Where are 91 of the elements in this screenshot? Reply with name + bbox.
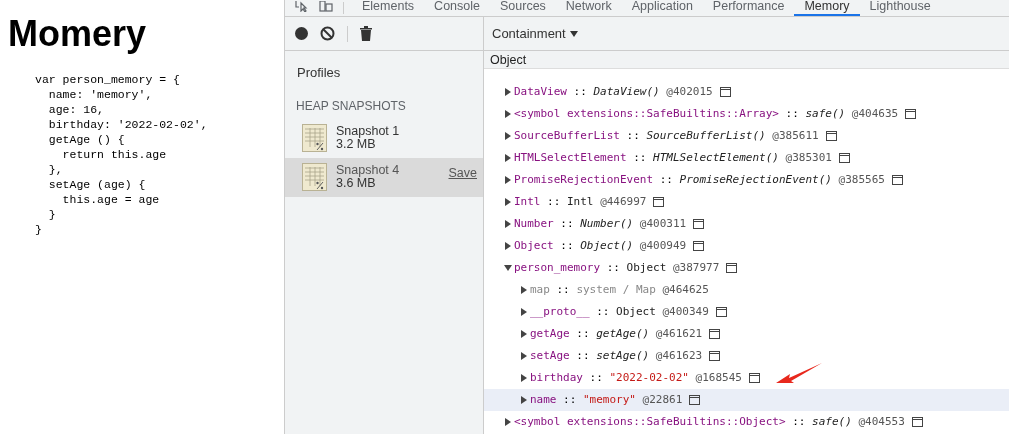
disclosure-triangle-icon[interactable] [520, 286, 528, 294]
tree-node-text: __proto__ :: Object @400349 [530, 303, 709, 320]
reveal-icon[interactable] [653, 197, 665, 207]
disclosure-triangle-icon[interactable] [504, 418, 512, 426]
tree-row[interactable]: <symbol extensions::SafeBuiltins::Object> :: safe() @404553 [484, 411, 1009, 433]
snapshot-name: Snapshot 4 [336, 164, 400, 177]
record-button[interactable] [295, 27, 308, 40]
reveal-icon[interactable] [726, 263, 738, 273]
tree-node-text: Intl :: Intl @446997 [514, 193, 647, 210]
tree-node-text: getAge :: getAge() @461621 [530, 325, 703, 342]
panel-tab[interactable]: Console [424, 0, 490, 16]
disclosure-triangle-icon[interactable] [520, 330, 528, 338]
spreadsheet-icon [302, 163, 327, 191]
reveal-icon[interactable] [891, 175, 903, 185]
reveal-icon[interactable] [689, 395, 701, 405]
reveal-icon[interactable] [748, 373, 760, 383]
reveal-icon[interactable] [693, 241, 705, 251]
page-heading: Momery [8, 12, 147, 56]
tree-row[interactable]: getAge :: getAge() @461621 [484, 323, 1009, 345]
reveal-icon[interactable] [709, 351, 721, 361]
disclosure-triangle-icon[interactable] [504, 132, 512, 140]
disclosure-triangle-icon[interactable] [504, 154, 512, 162]
disclosure-triangle-icon[interactable] [520, 374, 528, 382]
panel-tab[interactable]: Sources [490, 0, 556, 16]
tree-row[interactable]: SourceBufferList :: SourceBufferList() @385611 [484, 125, 1009, 147]
panel-tab[interactable]: Application [621, 0, 703, 16]
tree-row[interactable]: birthday :: "2022-02-02" @168545 [484, 367, 1009, 389]
tree-row[interactable]: HTMLSelectElement :: HTMLSelectElement() @385301 [484, 147, 1009, 169]
tree-row[interactable]: person_memory :: Object @387977 [484, 257, 1009, 279]
panel-tab[interactable]: Network [555, 0, 622, 16]
reveal-icon[interactable] [715, 307, 727, 317]
reveal-icon[interactable] [911, 417, 923, 427]
disclosure-triangle-icon[interactable] [504, 242, 512, 250]
tree-row[interactable]: __proto__ :: Object @400349 [484, 301, 1009, 323]
tree-row[interactable]: DataView :: DataView() @402015 [484, 81, 1009, 103]
inspect-icon[interactable] [295, 1, 309, 12]
tree-node-text: name :: "memory" @22861 [530, 391, 683, 408]
tree-node-text: setAge :: setAge() @461623 [530, 347, 703, 364]
tree-node-text: Number :: Number() @400311 [514, 215, 687, 232]
tree-node-text: person_memory :: Object @387977 [514, 259, 720, 276]
tree-node-text: birthday :: "2022-02-02" @168545 [530, 369, 742, 386]
snapshot-size: 3.2 MB [336, 138, 376, 151]
tree-node-text: DataView :: DataView() @402015 [514, 83, 713, 100]
reveal-icon[interactable] [719, 87, 731, 97]
device-icon[interactable] [319, 1, 333, 12]
disclosure-triangle-icon[interactable] [520, 352, 528, 360]
tree-node-text: HTMLSelectElement :: HTMLSelectElement() @385301 [514, 149, 832, 166]
tree-row[interactable]: name :: "memory" @22861 [484, 389, 1009, 411]
disclosure-triangle-icon[interactable] [520, 308, 528, 316]
disclosure-triangle-icon[interactable] [520, 396, 528, 404]
tree-node-text: PromiseRejectionEvent :: PromiseRejectionEvent() @385565 [514, 171, 885, 188]
disclosure-triangle-icon[interactable] [504, 220, 512, 228]
tree-node-text: SourceBufferList :: SourceBufferList() @385611 [514, 127, 819, 144]
trash-icon[interactable] [360, 26, 372, 41]
reveal-icon[interactable] [838, 153, 850, 163]
save-link[interactable]: Save [448, 163, 477, 183]
reveal-icon[interactable] [825, 131, 837, 141]
panel-tab[interactable]: Performance [702, 0, 795, 16]
code-text: var person_memory = { name: 'memory', age: 16, birthday: '2022-02-02', getAge () { return this.age }, setAge (age) { this.age = age } } [35, 72, 208, 237]
clear-icon[interactable] [320, 26, 335, 41]
disclosure-triangle-icon[interactable] [504, 110, 512, 118]
tree-row[interactable]: PromiseRejectionEvent :: PromiseRejectionEvent() @385565 [484, 169, 1009, 191]
tree-row[interactable]: Number :: Number() @400311 [484, 213, 1009, 235]
snapshot-item[interactable]: Snapshot 1 3.2 MB [285, 118, 483, 158]
snapshot-size: 3.6 MB [336, 177, 376, 190]
disclosure-triangle-icon[interactable] [504, 88, 512, 96]
snapshot-name: Snapshot 1 [336, 125, 400, 138]
caret-icon [569, 30, 578, 37]
tree-row[interactable]: <symbol extensions::SafeBuiltins::Array> :: safe() @404635 [484, 103, 1009, 125]
panel-tab[interactable]: Elements [352, 0, 425, 16]
tree-node-text: Object :: Object() @400949 [514, 237, 687, 254]
tree-row[interactable]: setAge :: setAge() @461623 [484, 345, 1009, 367]
disclosure-triangle-icon[interactable] [504, 198, 512, 206]
panel-tab[interactable]: Lighthouse [859, 0, 941, 16]
tree-node-text: <symbol extensions::SafeBuiltins::Object> :: safe() @404553 [514, 413, 905, 430]
disclosure-triangle-icon[interactable] [504, 264, 512, 272]
section-heading: HEAP SNAPSHOTS [296, 97, 406, 115]
spreadsheet-icon [302, 124, 327, 152]
snapshot-item[interactable]: Snapshot 4 3.6 MB Save [285, 157, 483, 197]
tree-row[interactable]: map :: system / Map @464625 [484, 279, 1009, 301]
column-header: Object [484, 51, 1009, 69]
reveal-icon[interactable] [905, 109, 917, 119]
tree-node-text: map :: system / Map @464625 [530, 281, 709, 298]
tree-row[interactable]: Intl :: Intl @446997 [484, 191, 1009, 213]
tree-node-text: <symbol extensions::SafeBuiltins::Array> :: safe() @404635 [514, 105, 899, 122]
sidebar-title: Profiles [297, 64, 341, 82]
reveal-icon[interactable] [709, 329, 721, 339]
view-dropdown[interactable]: Containment [492, 23, 578, 44]
disclosure-triangle-icon[interactable] [504, 176, 512, 184]
reveal-icon[interactable] [693, 219, 705, 229]
tree-row[interactable]: Object :: Object() @400949 [484, 235, 1009, 257]
